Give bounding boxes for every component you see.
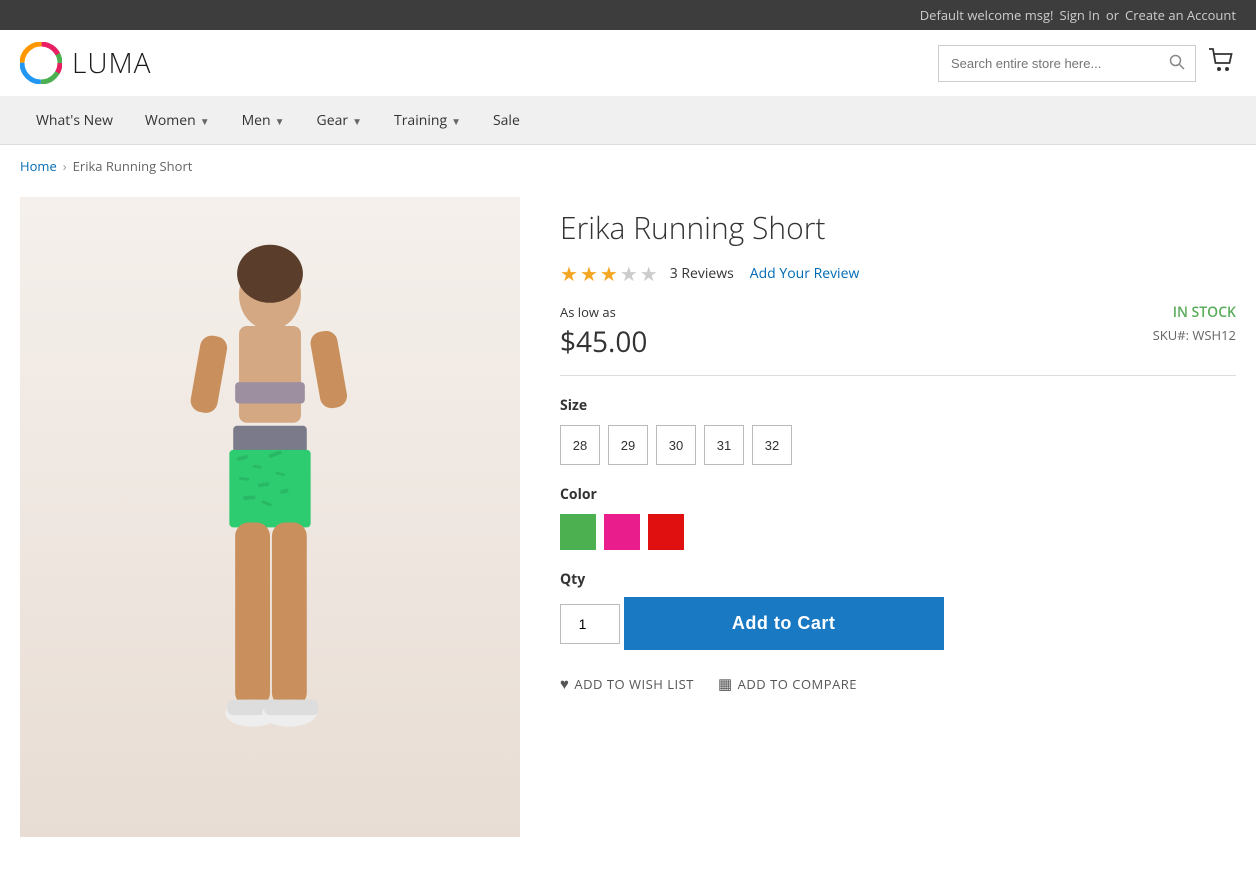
search-wrap <box>938 45 1196 82</box>
color-options <box>560 514 1236 550</box>
create-account-link[interactable]: Create an Account <box>1125 6 1236 24</box>
breadcrumb: Home › Erika Running Short <box>0 145 1256 187</box>
nav-item-women[interactable]: Women ▼ <box>129 97 226 144</box>
header: LUMA <box>0 30 1256 97</box>
product-image-area <box>20 197 520 837</box>
nav-item-sale[interactable]: Sale <box>477 97 536 144</box>
actions-row: ♥ ADD TO WISH LIST ▦ ADD TO COMPARE <box>560 674 1236 694</box>
product-page: Erika Running Short ★ ★ ★ ★ ★ 3 Reviews … <box>0 187 1256 877</box>
size-options: 28 29 30 31 32 <box>560 425 1236 465</box>
header-right <box>938 45 1236 82</box>
add-to-cart-button[interactable]: Add to Cart <box>624 597 944 650</box>
sku-value: WSH12 <box>1192 326 1236 344</box>
product-title: Erika Running Short <box>560 207 1236 248</box>
add-to-wishlist-link[interactable]: ♥ ADD TO WISH LIST <box>560 674 694 694</box>
welcome-message: Default welcome msg! <box>920 6 1054 24</box>
nav-inner: What's New Women ▼ Men ▼ Gear ▼ Training… <box>0 97 1256 144</box>
as-low-as: As low as <box>560 303 647 321</box>
size-28[interactable]: 28 <box>560 425 600 465</box>
nav-item-men[interactable]: Men ▼ <box>226 97 301 144</box>
search-input[interactable] <box>939 48 1159 79</box>
nav-item-whats-new[interactable]: What's New <box>20 97 129 144</box>
sku-line: SKU#: WSH12 <box>1153 326 1236 344</box>
breadcrumb-separator: › <box>63 157 67 175</box>
product-price: $45.00 <box>560 323 647 361</box>
size-30[interactable]: 30 <box>656 425 696 465</box>
logo[interactable]: LUMA <box>20 42 151 84</box>
heart-icon: ♥ <box>560 674 569 694</box>
luma-logo-icon <box>20 42 62 84</box>
size-31[interactable]: 31 <box>704 425 744 465</box>
breadcrumb-current: Erika Running Short <box>73 157 193 175</box>
sku-label: SKU#: <box>1153 326 1189 344</box>
search-icon <box>1169 54 1185 70</box>
size-label: Size <box>560 396 1236 415</box>
color-green[interactable] <box>560 514 596 550</box>
nav-item-training[interactable]: Training ▼ <box>378 97 477 144</box>
price-left: As low as $45.00 <box>560 303 647 361</box>
color-red[interactable] <box>648 514 684 550</box>
reviews-count: 3 Reviews <box>670 264 734 283</box>
size-29[interactable]: 29 <box>608 425 648 465</box>
signin-link[interactable]: Sign In <box>1059 6 1099 24</box>
in-stock-badge: IN STOCK <box>1153 303 1236 322</box>
product-info: Erika Running Short ★ ★ ★ ★ ★ 3 Reviews … <box>560 197 1236 837</box>
star-4: ★ <box>620 260 638 287</box>
star-rating: ★ ★ ★ ★ ★ <box>560 260 658 287</box>
compare-icon: ▦ <box>718 674 733 694</box>
cart-icon <box>1208 48 1236 72</box>
top-bar: Default welcome msg! Sign In or Create a… <box>0 0 1256 30</box>
color-label: Color <box>560 485 1236 504</box>
divider <box>560 375 1236 376</box>
chevron-down-icon: ▼ <box>275 114 285 128</box>
add-to-compare-link[interactable]: ▦ ADD TO COMPARE <box>718 674 857 694</box>
cart-button[interactable] <box>1208 48 1236 78</box>
price-block: As low as $45.00 IN STOCK SKU#: WSH12 <box>560 303 1236 361</box>
chevron-down-icon: ▼ <box>352 114 362 128</box>
star-2: ★ <box>580 260 598 287</box>
star-1: ★ <box>560 260 578 287</box>
qty-input[interactable] <box>560 604 620 644</box>
rating-row: ★ ★ ★ ★ ★ 3 Reviews Add Your Review <box>560 260 1236 287</box>
chevron-down-icon: ▼ <box>200 114 210 128</box>
breadcrumb-home[interactable]: Home <box>20 157 57 175</box>
search-button[interactable] <box>1159 46 1195 81</box>
star-3: ★ <box>600 260 618 287</box>
or-separator: or <box>1106 6 1119 24</box>
nav-item-gear[interactable]: Gear ▼ <box>301 97 378 144</box>
color-pink[interactable] <box>604 514 640 550</box>
add-review-link[interactable]: Add Your Review <box>750 264 860 283</box>
product-image-wrap <box>20 197 520 837</box>
main-nav: What's New Women ▼ Men ▼ Gear ▼ Training… <box>0 97 1256 145</box>
logo-text: LUMA <box>72 44 151 82</box>
stock-sku: IN STOCK SKU#: WSH12 <box>1153 303 1236 344</box>
star-5: ★ <box>640 260 658 287</box>
chevron-down-icon: ▼ <box>451 114 461 128</box>
qty-label: Qty <box>560 570 1236 589</box>
product-image-svg <box>90 237 450 837</box>
size-32[interactable]: 32 <box>752 425 792 465</box>
